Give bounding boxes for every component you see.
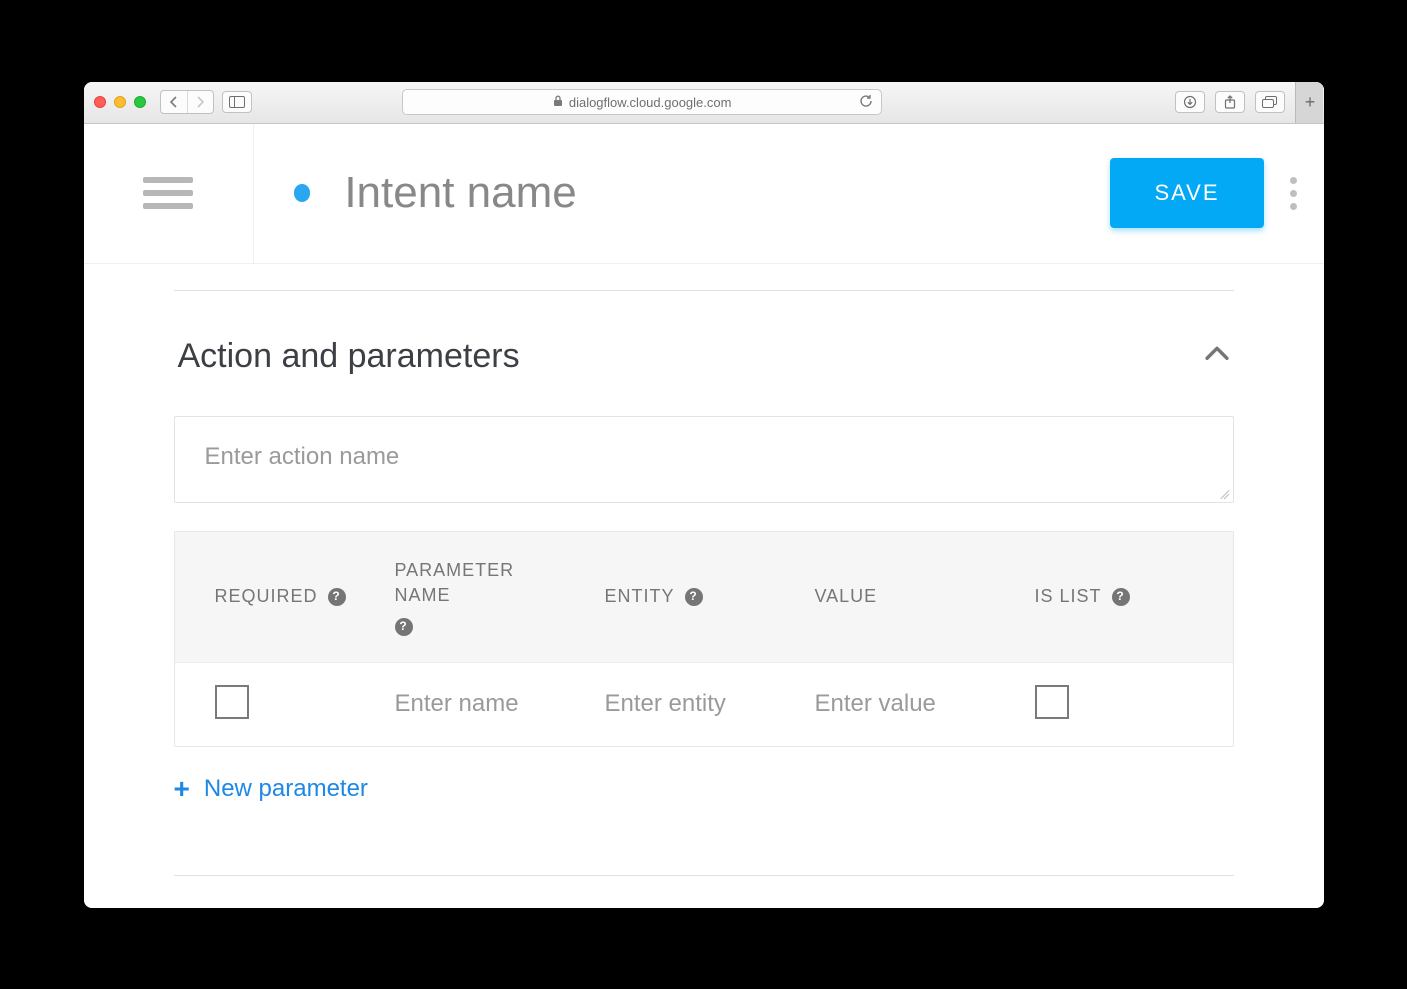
col-parameter-name-label: PARAMETER NAME (395, 558, 555, 608)
col-value: VALUE (815, 558, 1025, 636)
menu-button[interactable] (84, 124, 254, 263)
col-required: REQUIRED ? (215, 558, 385, 636)
col-is-list: IS LIST ? (1035, 558, 1175, 636)
nav-buttons (160, 90, 214, 114)
help-icon[interactable]: ? (1112, 588, 1130, 606)
window-controls (94, 96, 146, 108)
action-name-field (174, 416, 1234, 503)
parameters-table: REQUIRED ? PARAMETER NAME ? ENTITY ? VAL… (174, 531, 1234, 747)
forward-button[interactable] (187, 91, 213, 113)
minimize-window-button[interactable] (114, 96, 126, 108)
col-value-label: VALUE (815, 584, 878, 609)
help-icon[interactable]: ? (395, 618, 413, 636)
hamburger-icon (143, 177, 193, 209)
col-entity-label: ENTITY (605, 584, 675, 609)
divider (174, 290, 1234, 291)
parameters-table-header: REQUIRED ? PARAMETER NAME ? ENTITY ? VAL… (175, 532, 1233, 662)
maximize-window-button[interactable] (134, 96, 146, 108)
help-icon[interactable]: ? (685, 588, 703, 606)
main-content: Action and parameters REQUIRED ? PARAMET… (84, 264, 1324, 908)
kebab-dot-icon (1290, 177, 1297, 184)
action-name-input[interactable] (175, 417, 1233, 497)
browser-window: dialogflow.cloud.google.com + (84, 82, 1324, 908)
intent-title-area (254, 168, 1111, 218)
table-row (175, 662, 1233, 746)
col-required-label: REQUIRED (215, 584, 318, 609)
sidebar-toggle-button[interactable] (222, 91, 252, 113)
lock-icon (553, 95, 563, 110)
intent-name-input[interactable] (344, 168, 1070, 218)
app-content: SAVE Action and parameters (84, 124, 1324, 908)
resize-handle-icon[interactable] (1217, 486, 1229, 498)
tabs-button[interactable] (1255, 91, 1285, 113)
save-button[interactable]: SAVE (1110, 158, 1263, 228)
entity-input[interactable] (605, 690, 805, 718)
new-parameter-label: New parameter (204, 775, 368, 803)
divider (174, 875, 1234, 876)
value-input[interactable] (815, 690, 1025, 718)
address-bar-text: dialogflow.cloud.google.com (569, 95, 732, 110)
col-entity: ENTITY ? (605, 558, 805, 636)
collapse-section-button[interactable] (1200, 337, 1234, 376)
share-button[interactable] (1215, 91, 1245, 113)
back-button[interactable] (161, 91, 187, 113)
col-is-list-label: IS LIST (1035, 584, 1102, 609)
chevron-up-icon (1200, 337, 1234, 371)
help-icon[interactable]: ? (328, 588, 346, 606)
parameter-name-input[interactable] (395, 690, 595, 718)
kebab-dot-icon (1290, 203, 1297, 210)
reload-icon[interactable] (859, 94, 873, 111)
intent-status-dot-icon (294, 184, 311, 202)
kebab-dot-icon (1290, 190, 1297, 197)
is-list-checkbox[interactable] (1035, 685, 1069, 719)
address-bar[interactable]: dialogflow.cloud.google.com (402, 89, 882, 115)
downloads-button[interactable] (1175, 91, 1205, 113)
app-header: SAVE (84, 124, 1324, 264)
col-parameter-name: PARAMETER NAME ? (395, 558, 555, 636)
section-header: Action and parameters (174, 337, 1234, 376)
required-checkbox[interactable] (215, 685, 249, 719)
new-parameter-button[interactable]: + New parameter (174, 773, 368, 805)
plus-icon: + (174, 773, 190, 805)
new-tab-button[interactable]: + (1295, 82, 1323, 124)
section-title: Action and parameters (174, 337, 520, 376)
close-window-button[interactable] (94, 96, 106, 108)
browser-chrome: dialogflow.cloud.google.com + (84, 82, 1324, 124)
more-options-button[interactable] (1264, 124, 1324, 263)
